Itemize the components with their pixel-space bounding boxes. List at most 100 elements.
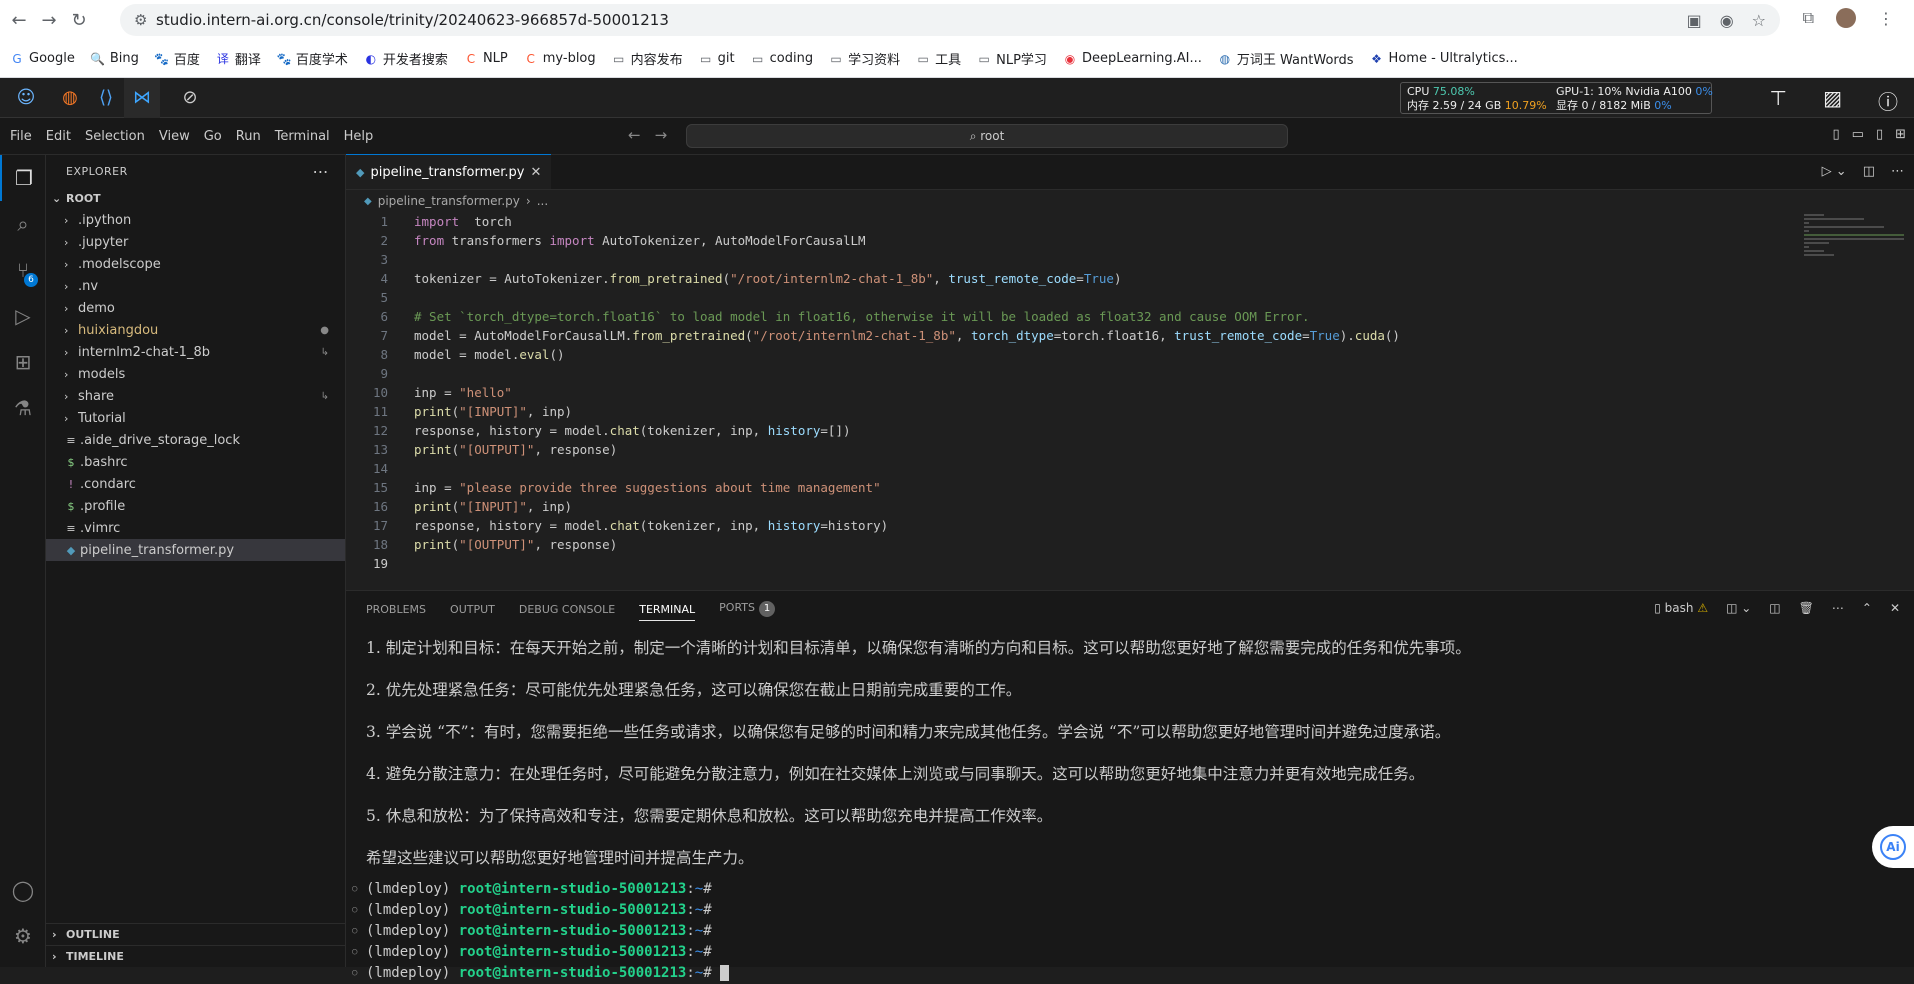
chrome-menu-icon[interactable]: ⋮ (1878, 9, 1894, 28)
menu-edit[interactable]: Edit (46, 129, 71, 144)
bookmark-item[interactable]: ▭ git (699, 51, 735, 66)
tree-file[interactable]: $ .profile (46, 495, 345, 517)
ai-assistant-button[interactable]: Ai (1872, 826, 1914, 868)
profile-avatar[interactable] (1836, 8, 1856, 28)
jupyter-icon[interactable]: ◍ (52, 78, 88, 118)
image-settings-icon[interactable]: ▨ (1823, 86, 1842, 115)
panel-more-icon[interactable]: ⋯ (1832, 601, 1844, 615)
breadcrumb-more[interactable]: ... (537, 194, 548, 208)
menu-selection[interactable]: Selection (85, 129, 145, 144)
tab-output[interactable]: OUTPUT (450, 603, 495, 616)
menu-go[interactable]: Go (204, 129, 222, 144)
compass-icon[interactable]: ⊘ (172, 78, 208, 118)
tree-folder[interactable]: › .jupyter (46, 231, 345, 253)
intern-logo-icon[interactable]: ☺ (0, 78, 52, 118)
outline-section[interactable]: › OUTLINE (46, 923, 346, 945)
save-page-icon[interactable]: ▣ (1687, 11, 1702, 30)
source-control-icon[interactable]: ⑂ 6 (0, 247, 46, 293)
forward-icon[interactable]: → (34, 10, 64, 31)
tensorflow-icon[interactable]: ⊤ (1770, 86, 1787, 115)
split-editor-icon[interactable]: ◫ (1863, 164, 1875, 179)
tree-file[interactable]: ≡ .aide_drive_storage_lock (46, 429, 345, 451)
menu-file[interactable]: File (10, 129, 32, 144)
terminal[interactable]: 1. 制定计划和目标：在每天开始之前，制定一个清晰的计划和目标清单，以确保您有清… (346, 627, 1914, 984)
nav-back-icon[interactable]: ← (628, 126, 641, 144)
bookmark-item[interactable]: ❖ Home - Ultralytics... (1370, 51, 1518, 66)
bookmark-item[interactable]: 🔍 Bing (90, 51, 139, 66)
code-editor[interactable]: 1 import torch 2 from transformers import A… (346, 212, 1914, 573)
tree-root[interactable]: ⌄ ROOT (46, 187, 345, 209)
tree-file[interactable]: ≡ .vimrc (46, 517, 345, 539)
accounts-icon[interactable]: ◯ (0, 867, 46, 913)
bookmark-item[interactable]: ▭ NLP学习 (977, 49, 1046, 69)
tab-problems[interactable]: PROBLEMS (366, 603, 426, 616)
bookmark-star-icon[interactable]: ☆ (1752, 11, 1766, 30)
tree-file[interactable]: ◆ pipeline_transformer.py (46, 539, 345, 561)
bookmark-item[interactable]: ▭ 工具 (916, 49, 961, 69)
bookmark-item[interactable]: G Google (10, 51, 75, 66)
bookmark-item[interactable]: ▭ 学习资料 (829, 49, 900, 69)
tab-debug-console[interactable]: DEBUG CONSOLE (519, 603, 615, 616)
bookmark-item[interactable]: Cmy-blog (524, 51, 596, 66)
menu-terminal[interactable]: Terminal (275, 129, 330, 144)
editor-more-icon[interactable]: ⋯ (1891, 164, 1904, 179)
bookmark-item[interactable]: 🐾 百度 (154, 49, 199, 69)
extensions-icon[interactable]: ⧉ (1803, 8, 1814, 28)
kill-terminal-icon[interactable]: 🗑 (1799, 601, 1814, 615)
more-actions-icon[interactable]: ⋯ (313, 162, 330, 181)
bookmark-item[interactable]: C NLP (464, 51, 508, 66)
menu-run[interactable]: Run (236, 129, 261, 144)
tree-folder[interactable]: › .modelscope (46, 253, 345, 275)
back-icon[interactable]: ← (4, 10, 34, 31)
address-bar[interactable]: ⚙ studio.intern-ai.org.cn/console/trinit… (120, 4, 1780, 36)
manage-gear-icon[interactable]: ⚙ (0, 913, 46, 959)
timeline-section[interactable]: › TIMELINE (46, 945, 346, 967)
tree-folder[interactable]: › huixiangdou ● (46, 319, 345, 341)
bookmark-item[interactable]: ◍ 万词王 WantWords (1218, 49, 1354, 69)
explorer-icon[interactable]: ❐ (0, 155, 46, 201)
command-center[interactable]: ⌕ root (686, 124, 1288, 148)
toggle-secondary-sidebar-icon[interactable]: ▯ (1876, 127, 1883, 142)
bookmark-item[interactable]: ▭ 内容发布 (612, 49, 683, 69)
tree-folder[interactable]: › demo (46, 297, 345, 319)
nav-forward-icon[interactable]: → (655, 126, 668, 144)
bookmark-item[interactable]: 🐾 百度学术 (276, 49, 347, 69)
close-icon[interactable]: ✕ (531, 165, 542, 180)
new-terminal-icon[interactable]: ◫ ⌄ (1726, 601, 1751, 615)
tree-folder[interactable]: › internlm2-chat-1_8b ↳ (46, 341, 345, 363)
tree-folder[interactable]: › models (46, 363, 345, 385)
tree-folder[interactable]: › share ↳ (46, 385, 345, 407)
vscode-icon[interactable]: ⋈ (124, 77, 160, 118)
customize-layout-icon[interactable]: ⊞ (1895, 127, 1906, 142)
bookmark-item[interactable]: ◐ 开发者搜索 (364, 49, 448, 69)
run-debug-icon[interactable]: ▷ (0, 293, 46, 339)
maximize-panel-icon[interactable]: ⌃ (1862, 601, 1872, 615)
tree-folder[interactable]: › .nv (46, 275, 345, 297)
toggle-sidebar-icon[interactable]: ▯ (1832, 127, 1839, 142)
tree-folder[interactable]: › Tutorial (46, 407, 345, 429)
reload-icon[interactable]: ↻ (64, 10, 94, 31)
menu-view[interactable]: View (159, 129, 190, 144)
close-panel-icon[interactable]: ✕ (1890, 601, 1900, 615)
bookmark-item[interactable]: ▭ coding (751, 51, 813, 66)
tree-folder[interactable]: › .ipython (46, 209, 345, 231)
bookmark-item[interactable]: ◉ DeepLearning.AI... (1063, 51, 1202, 66)
minimap[interactable] (1804, 212, 1904, 272)
tab-terminal[interactable]: TERMINAL (639, 598, 696, 621)
tab-ports[interactable]: PORTS 1 (719, 601, 775, 617)
code-icon[interactable]: ⟨⟩ (88, 78, 124, 118)
bookmark-item[interactable]: 译翻译 (216, 49, 261, 68)
toggle-panel-icon[interactable]: ▭ (1852, 127, 1864, 142)
breadcrumb-file[interactable]: pipeline_transformer.py (378, 194, 520, 208)
menu-help[interactable]: Help (344, 129, 374, 144)
site-info-icon[interactable]: ⚙ (134, 11, 156, 29)
terminal-shell-selector[interactable]: ▯ bash ⚠ (1654, 601, 1708, 615)
tree-file[interactable]: $ .bashrc (46, 451, 345, 473)
split-terminal-icon[interactable]: ◫ (1769, 601, 1780, 615)
extensions-icon[interactable]: ⊞ (0, 339, 46, 385)
eye-icon[interactable]: ◉ (1720, 11, 1734, 30)
run-file-icon[interactable]: ▷ ⌄ (1822, 164, 1847, 179)
tree-file[interactable]: ! .condarc (46, 473, 345, 495)
info-icon[interactable]: ⓘ (1878, 86, 1898, 115)
search-icon[interactable]: ⌕ (0, 201, 46, 247)
